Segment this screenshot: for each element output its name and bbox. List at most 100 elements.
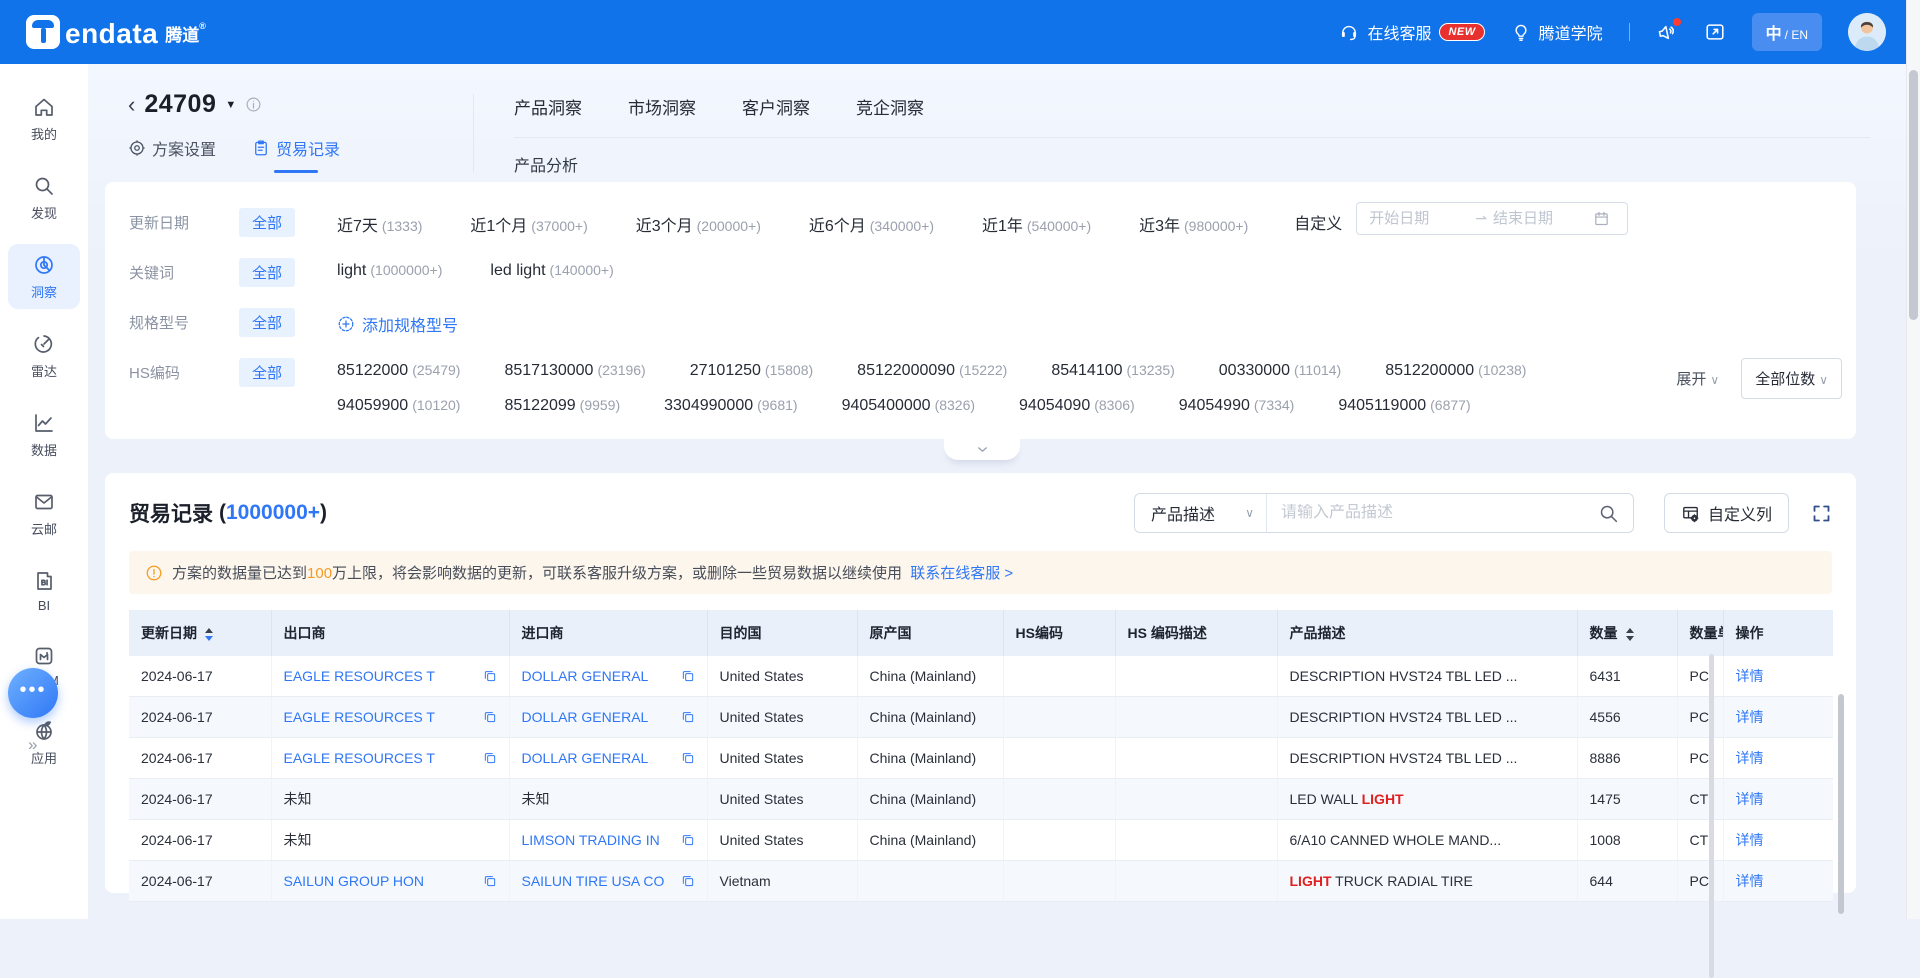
column-header[interactable]: 目的国: [707, 610, 857, 656]
sidebar-item-radar[interactable]: 雷达: [8, 323, 80, 388]
exporter-link[interactable]: EAGLE RESOURCES T: [284, 709, 435, 725]
keyword-all-chip[interactable]: 全部: [239, 258, 295, 287]
detail-link[interactable]: 详情: [1736, 709, 1764, 725]
hs-code-option[interactable]: 85122000(25479): [337, 362, 460, 380]
search-type-select[interactable]: 产品描述 ∨: [1135, 494, 1267, 532]
detail-link[interactable]: 详情: [1736, 750, 1764, 766]
keyword-option[interactable]: led light(140000+): [490, 262, 613, 280]
detail-link[interactable]: 详情: [1736, 791, 1764, 807]
sort-asc-icon[interactable]: [1626, 628, 1634, 633]
hs-code-option[interactable]: 00330000(11014): [1219, 362, 1341, 380]
end-date-input[interactable]: [1493, 210, 1593, 227]
sort-desc-icon[interactable]: [1626, 636, 1634, 641]
page-scroll-thumb[interactable]: [1909, 70, 1918, 320]
detail-link[interactable]: 详情: [1736, 668, 1764, 684]
sidebar-item-bi[interactable]: BIBI: [8, 560, 80, 621]
date-option[interactable]: 近3个月(200000+): [636, 212, 761, 236]
date-option[interactable]: 近1年(540000+): [982, 212, 1091, 236]
date-range-picker[interactable]: ⇀: [1356, 202, 1628, 235]
tab-product-analysis[interactable]: 产品分析: [514, 152, 578, 176]
hs-code-option[interactable]: 94054990(7334): [1179, 397, 1295, 415]
copy-icon[interactable]: [483, 669, 497, 683]
copy-icon[interactable]: [681, 710, 695, 724]
sidebar-item-insight[interactable]: 洞察: [8, 244, 80, 309]
sort-desc-icon[interactable]: [205, 636, 213, 641]
hs-code-option[interactable]: 3304990000(9681): [664, 397, 797, 415]
detail-link[interactable]: 详情: [1736, 873, 1764, 889]
screen-expand-button[interactable]: [1704, 21, 1726, 43]
date-option[interactable]: 近7天(1333): [337, 212, 422, 236]
date-option[interactable]: 近3年(980000+): [1139, 212, 1248, 236]
academy-button[interactable]: 腾道学院: [1511, 20, 1603, 44]
sort-icons[interactable]: [1626, 628, 1634, 641]
importer-link[interactable]: DOLLAR GENERAL: [522, 709, 649, 725]
hs-code-option[interactable]: 9405119000(6877): [1338, 397, 1470, 415]
hs-code-option[interactable]: 94054090(8306): [1019, 397, 1135, 415]
page-scrollbar[interactable]: [1906, 0, 1920, 919]
importer-link[interactable]: LIMSON TRADING IN: [522, 832, 660, 848]
hs-all-chip[interactable]: 全部: [239, 358, 295, 387]
copy-icon[interactable]: [681, 874, 695, 888]
column-header[interactable]: HS 编码描述: [1115, 610, 1277, 656]
keyword-option[interactable]: light(1000000+): [337, 262, 442, 280]
tab-3[interactable]: 竞企洞察: [856, 94, 924, 137]
column-header[interactable]: 操作: [1723, 610, 1833, 656]
sidebar-item-search[interactable]: 发现: [8, 165, 80, 230]
sort-asc-icon[interactable]: [205, 628, 213, 633]
back-button[interactable]: ‹: [128, 95, 135, 115]
column-header[interactable]: 数量: [1577, 610, 1677, 656]
subtab-scheme-settings[interactable]: 方案设置: [128, 136, 216, 173]
sort-icons[interactable]: [205, 628, 213, 641]
sidebar-item-data[interactable]: 数据: [8, 402, 80, 467]
subtab-trade-records[interactable]: 贸易记录: [252, 136, 340, 173]
horizontal-boundary-scrollbar[interactable]: [1709, 654, 1714, 978]
hs-code-option[interactable]: 9405400000(8326): [842, 397, 975, 415]
copy-icon[interactable]: [483, 751, 497, 765]
copy-icon[interactable]: [483, 874, 497, 888]
date-all-chip[interactable]: 全部: [239, 208, 295, 237]
contact-service-link[interactable]: 联系在线客服 >: [910, 565, 1013, 582]
product-search-input[interactable]: [1281, 504, 1598, 522]
tab-1[interactable]: 市场洞察: [628, 94, 696, 137]
table-scroll-thumb[interactable]: [1838, 694, 1844, 914]
detail-link[interactable]: 详情: [1736, 832, 1764, 848]
hs-code-option[interactable]: 85122099(9959): [504, 397, 620, 415]
start-date-input[interactable]: [1369, 210, 1469, 227]
importer-link[interactable]: SAILUN TIRE USA CO: [522, 873, 665, 889]
date-option[interactable]: 近1个月(37000+): [470, 212, 587, 236]
table-vertical-scrollbar[interactable]: [1838, 654, 1846, 978]
hs-code-option[interactable]: 8517130000(23196): [504, 362, 645, 380]
date-custom-label[interactable]: 自定义: [1294, 210, 1342, 234]
online-service-button[interactable]: 在线客服 NEW: [1339, 20, 1484, 44]
column-header[interactable]: 更新日期: [129, 610, 271, 656]
importer-link[interactable]: DOLLAR GENERAL: [522, 750, 649, 766]
sidebar-expand-button[interactable]: »: [28, 735, 37, 755]
copy-icon[interactable]: [681, 833, 695, 847]
spec-all-chip[interactable]: 全部: [239, 308, 295, 337]
custom-columns-button[interactable]: 自定义列: [1664, 493, 1789, 533]
search-icon[interactable]: [1598, 503, 1619, 524]
column-header[interactable]: 进口商: [509, 610, 707, 656]
importer-link[interactable]: DOLLAR GENERAL: [522, 668, 649, 684]
exporter-link[interactable]: EAGLE RESOURCES T: [284, 750, 435, 766]
tab-0[interactable]: 产品洞察: [514, 94, 582, 137]
hs-code-option[interactable]: 85122000090(15222): [857, 362, 1007, 380]
user-avatar[interactable]: [1848, 13, 1886, 51]
copy-icon[interactable]: [681, 751, 695, 765]
scheme-dropdown-caret[interactable]: ▼: [225, 99, 236, 111]
hs-code-option[interactable]: 94059900(10120): [337, 397, 460, 415]
copy-icon[interactable]: [483, 710, 497, 724]
tab-2[interactable]: 客户洞察: [742, 94, 810, 137]
language-toggle[interactable]: 中 / EN: [1752, 13, 1822, 51]
sidebar-item-mail[interactable]: 云邮: [8, 481, 80, 546]
column-header[interactable]: 原产国: [857, 610, 1003, 656]
column-header[interactable]: 出口商: [271, 610, 509, 656]
hs-code-option[interactable]: 85414100(13235): [1051, 362, 1174, 380]
exporter-link[interactable]: EAGLE RESOURCES T: [284, 668, 435, 684]
hs-digits-select[interactable]: 全部位数∨: [1741, 358, 1842, 399]
date-option[interactable]: 近6个月(340000+): [809, 212, 934, 236]
hs-code-option[interactable]: 8512200000(10238): [1385, 362, 1526, 380]
copy-icon[interactable]: [681, 669, 695, 683]
column-header[interactable]: 数量单位: [1677, 610, 1723, 656]
tendata-logo[interactable]: endata 腾道®: [26, 15, 206, 49]
